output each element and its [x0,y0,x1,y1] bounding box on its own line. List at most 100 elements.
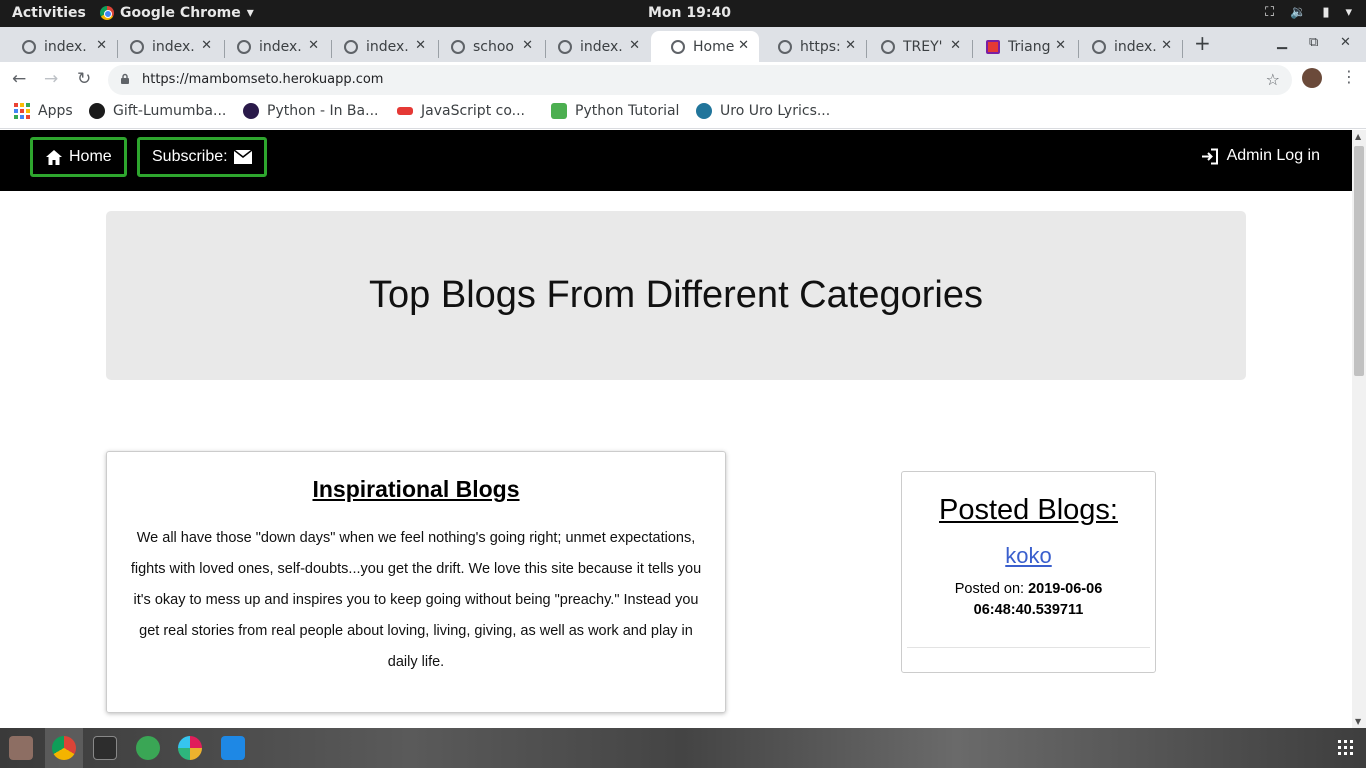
admin-login-link[interactable]: Admin Log in [1201,147,1320,165]
app-menu[interactable]: Google Chrome ▾ [100,5,254,21]
restore-icon[interactable]: ⧉ [1309,35,1318,50]
tab-label: index. [152,38,195,55]
tab[interactable]: index. ✕ [324,31,436,62]
tab[interactable]: index. ✕ [538,31,650,62]
terminal-icon[interactable] [93,736,117,760]
bookmark-label: Apps [38,103,73,119]
wordpress-icon [696,103,712,119]
scroll-up-icon[interactable]: ▲ [1355,132,1361,141]
close-icon[interactable]: ✕ [1161,38,1172,53]
tab[interactable]: index. ✕ [2,31,117,62]
close-icon[interactable]: ✕ [950,38,961,53]
blog-posted-meta: Posted on: 2019-06-06 06:48:40.539711 [902,579,1155,621]
network-icon[interactable]: ⛶ [1265,5,1274,20]
show-applications-icon[interactable] [1338,740,1353,755]
scroll-down-icon[interactable]: ▼ [1355,717,1361,726]
page-scrollbar[interactable]: ▲ ▼ [1352,130,1366,728]
activities-button[interactable]: Activities [12,5,86,21]
close-icon[interactable]: ✕ [738,38,749,53]
profile-avatar[interactable] [1302,68,1322,88]
scrollbar-thumb[interactable] [1354,146,1364,376]
tab[interactable]: index. ✕ [217,31,329,62]
tab[interactable]: Triang ✕ [966,31,1076,62]
close-icon[interactable]: ✕ [1055,38,1066,53]
bookmark-apps[interactable]: Apps [14,103,73,119]
back-icon[interactable]: ← [12,69,26,89]
admin-login-label: Admin Log in [1226,147,1320,164]
posted-on-label: Posted on: [954,581,1029,597]
atom-icon[interactable] [136,736,160,760]
posted-blogs-panel: Posted Blogs: koko Posted on: 2019-06-06… [901,471,1156,673]
reload-icon[interactable]: ↻ [77,69,91,89]
files-icon[interactable] [9,736,33,760]
triangle-site-icon [986,39,1000,54]
close-icon[interactable]: ✕ [415,38,426,53]
javascript-site-icon [397,107,413,115]
hero-jumbotron: Top Blogs From Different Categories [106,211,1246,380]
lock-icon[interactable] [120,73,130,84]
bookmark-label: Uro Uro Lyrics... [720,103,831,119]
tab-label: Home [693,38,735,55]
dock [0,728,1366,768]
bookmark-item[interactable]: JavaScript co... [397,103,525,119]
globe-icon [778,39,792,54]
system-top-bar: Activities Google Chrome ▾ Mon 19:40 ⛶ 🔉… [0,0,1366,27]
home-nav-label: Home [69,148,112,165]
subscribe-nav-label: Subscribe: [152,148,228,165]
caret-down-icon: ▾ [246,5,254,21]
more-menu-icon[interactable]: ⋮ [1341,67,1357,86]
clock[interactable]: Mon 19:40 [648,5,731,21]
globe-icon [671,39,685,54]
battery-icon[interactable]: ▮ [1322,5,1329,20]
bookmark-label: JavaScript co... [421,103,525,119]
tab-active[interactable]: Home ✕ [651,31,759,62]
close-icon[interactable]: ✕ [522,38,533,53]
sign-in-icon [1201,148,1218,164]
volume-icon[interactable]: 🔉 [1290,5,1306,20]
forward-icon[interactable]: → [44,69,58,89]
vscode-icon[interactable] [221,736,245,760]
close-icon[interactable]: ✕ [629,38,640,53]
tab-label: https: [800,38,841,55]
bookmark-item[interactable]: Python - In Ba... [243,103,378,119]
slack-icon[interactable] [178,736,202,760]
new-tab-icon[interactable]: + [1194,31,1211,55]
category-description: We all have those "down days" when we fe… [130,530,702,670]
apps-grid-icon [14,103,30,119]
posted-blogs-heading: Posted Blogs: [939,494,1118,526]
globe-icon [881,39,895,54]
bookmark-item[interactable]: Gift-Lumumba... [89,103,226,119]
bookmark-item[interactable]: Python Tutorial [551,103,679,119]
bookmark-star-icon[interactable]: ☆ [1266,70,1280,89]
tab[interactable]: TREY' ✕ [861,31,971,62]
chrome-icon [100,6,114,20]
home-icon [46,149,62,165]
tab[interactable]: https: ✕ [758,31,866,62]
chevron-down-icon[interactable]: ▾ [1345,5,1352,20]
bookmarks-bar: Apps Gift-Lumumba... Python - In Ba... J… [0,97,1366,129]
minimize-icon[interactable]: ▁ [1277,35,1287,50]
tab[interactable]: schoo ✕ [431,31,543,62]
chrome-icon[interactable] [52,736,76,760]
url-text[interactable]: https://mambomseto.herokuapp.com [142,72,383,87]
close-icon[interactable]: ✕ [308,38,319,53]
bookmark-item[interactable]: Uro Uro Lyrics... [696,103,830,119]
close-icon[interactable]: ✕ [201,38,212,53]
category-card: Inspirational Blogs We all have those "d… [106,451,726,713]
divider [907,647,1150,648]
tab-label: Triang [1008,38,1051,55]
tab[interactable]: index. ✕ [1072,31,1182,62]
page-viewport: Home Subscribe: Admin Log in Top Blogs F… [0,130,1352,728]
system-tray[interactable]: ⛶ 🔉 ▮ ▾ [1265,5,1352,20]
subscribe-nav-button[interactable]: Subscribe: [137,137,267,177]
close-icon[interactable]: ✕ [96,38,107,53]
tab[interactable]: index. ✕ [110,31,222,62]
category-title[interactable]: Inspirational Blogs [107,476,725,503]
address-bar[interactable]: https://mambomseto.herokuapp.com ☆ [108,65,1292,95]
blog-link[interactable]: koko [902,543,1155,569]
tab-label: index. [44,38,87,55]
close-icon[interactable]: ✕ [845,38,856,53]
close-window-icon[interactable]: ✕ [1340,35,1351,50]
globe-icon [1092,39,1106,54]
home-nav-button[interactable]: Home [30,137,127,177]
